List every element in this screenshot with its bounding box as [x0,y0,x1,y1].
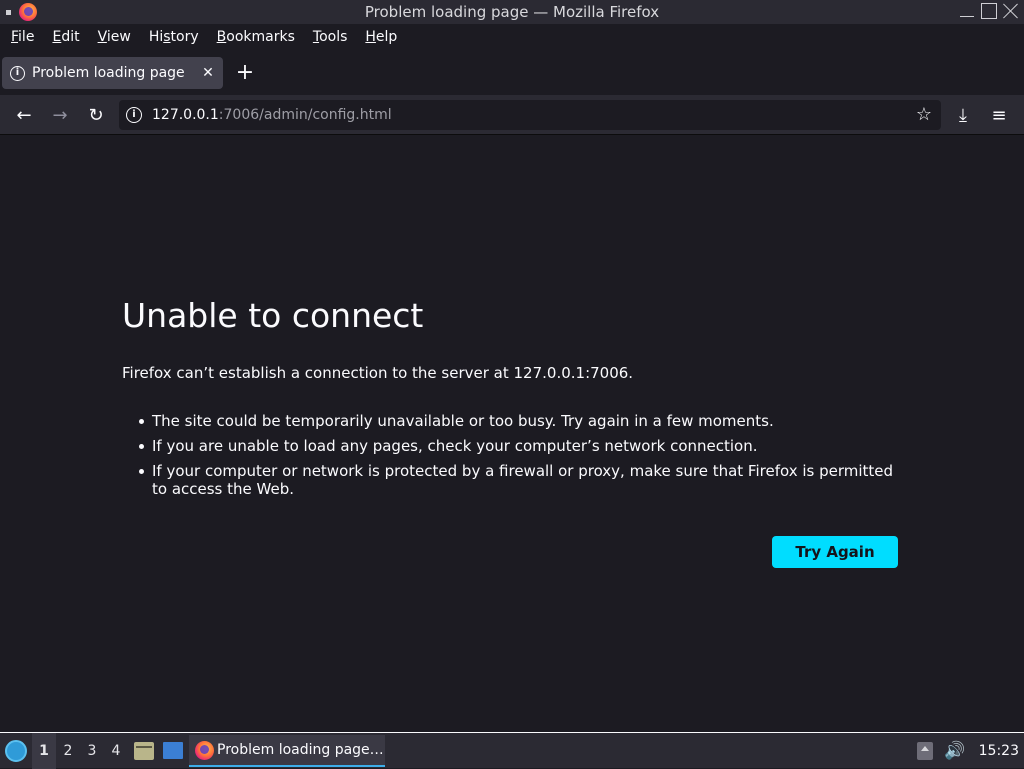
file-manager-icon[interactable] [134,742,154,760]
try-again-button[interactable]: Try Again [772,536,898,568]
error-suggestion-item: If your computer or network is protected… [139,462,912,498]
menu-view-accel: V [97,29,107,45]
titlebar-left [6,0,37,24]
firefox-logo-icon [19,3,37,21]
menu-view[interactable]: View [89,24,140,51]
error-title: Unable to connect [122,296,424,335]
menu-help[interactable]: Help [356,24,406,51]
downloads-button[interactable]: ⤓ [947,99,979,131]
tab-problem-loading[interactable]: i Problem loading page ✕ [2,57,223,89]
menu-history-accel: s [163,29,171,45]
menu-file[interactable]: File [2,24,43,51]
maximize-icon[interactable] [980,2,998,20]
url-bar[interactable]: i 127.0.0.1:7006/admin/config.html ☆ [119,100,941,130]
menu-file-label: ile [18,29,35,45]
back-button[interactable]: ← [8,99,40,131]
url-host: 127.0.0.1 [152,107,219,123]
menu-history-label: tory [170,29,199,45]
menu-bookmarks-accel: B [216,29,227,45]
tab-label: Problem loading page [32,65,185,81]
workspace-2[interactable]: 2 [56,733,80,769]
menu-edit-label: dit [61,29,80,45]
site-info-icon[interactable]: i [126,107,142,123]
show-desktop-icon[interactable] [163,742,183,759]
window-controls [958,2,1020,20]
menu-help-label: elp [375,29,398,45]
workspace-3[interactable]: 3 [80,733,104,769]
info-icon: i [10,65,25,81]
menu-bar: File Edit View History Bookmarks Tools H… [0,24,1024,51]
clock[interactable]: 15:23 [979,733,1019,769]
tab-close-icon[interactable]: ✕ [197,65,219,81]
menu-history-pre: Hi [148,29,164,45]
app-menu-button[interactable]: ≡ [983,99,1015,131]
window-menu-icon[interactable] [6,9,11,15]
window-title: Problem loading page — Mozilla Firefox [364,3,660,21]
eject-icon[interactable] [917,742,933,760]
error-description: Firefox can’t establish a connection to … [122,364,634,382]
page-content: Unable to connect Firefox can’t establis… [0,136,1024,732]
start-menu-icon[interactable] [5,740,27,762]
task-label: Problem loading page… [217,742,384,758]
tab-strip: i Problem loading page ✕ + [0,51,1024,95]
close-window-icon[interactable] [1002,2,1020,20]
error-suggestions: The site could be temporarily unavailabl… [139,412,912,505]
menu-edit-accel: E [52,29,62,45]
menu-file-accel: F [11,29,19,45]
volume-icon[interactable]: 🔊 [944,740,966,762]
firefox-logo-icon [195,740,214,760]
new-tab-button[interactable]: + [232,59,258,87]
navigation-toolbar: ← → ↻ i 127.0.0.1:7006/admin/config.html… [0,95,1024,135]
taskbar-firefox-window[interactable]: Problem loading page… [189,735,385,767]
menu-history[interactable]: History [140,24,208,51]
menu-bookmarks[interactable]: Bookmarks [208,24,304,51]
menu-help-accel: H [365,29,376,45]
forward-button[interactable]: → [44,99,76,131]
taskbar: 1 2 3 4 Problem loading page… 🔊 15:23 [0,732,1024,769]
workspace-4[interactable]: 4 [104,733,128,769]
error-suggestion-item: If you are unable to load any pages, che… [139,437,912,455]
error-suggestion-item: The site could be temporarily unavailabl… [139,412,912,430]
menu-edit[interactable]: Edit [43,24,88,51]
menu-view-label: iew [106,29,131,45]
bookmark-star-icon[interactable]: ☆ [913,104,935,126]
url-path: :7006/admin/config.html [218,107,392,123]
menu-bookmarks-label: ookmarks [226,29,295,45]
minimize-icon[interactable] [958,2,976,20]
workspace-1[interactable]: 1 [32,733,56,769]
menu-tools-label: ools [319,29,348,45]
window-titlebar: Problem loading page — Mozilla Firefox [0,0,1024,24]
menu-tools[interactable]: Tools [304,24,357,51]
reload-button[interactable]: ↻ [80,99,112,131]
